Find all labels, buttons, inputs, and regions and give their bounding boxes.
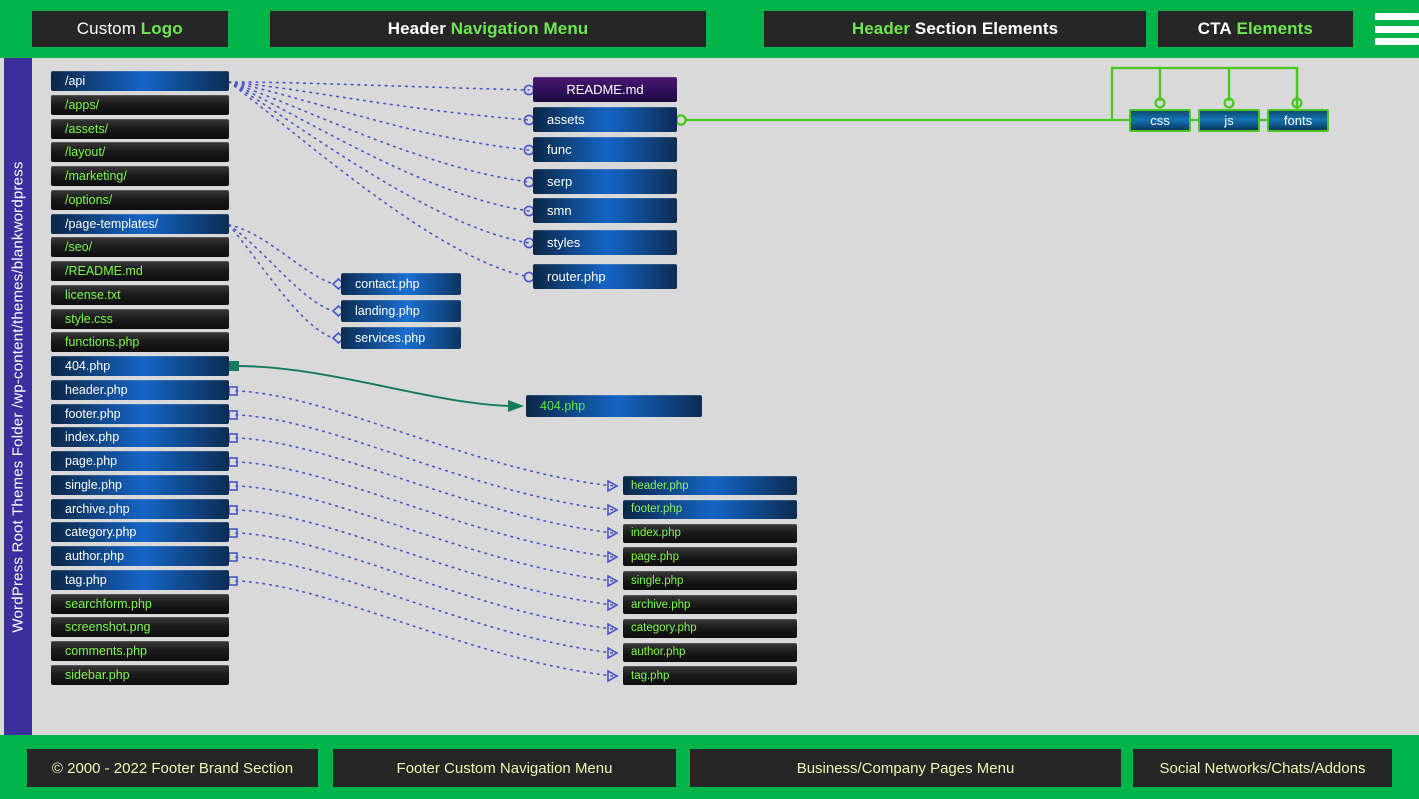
page-template-node[interactable]: landing.php	[341, 300, 461, 322]
file-list-item[interactable]: /assets/	[51, 118, 229, 139]
file-list-item[interactable]: author.php	[51, 546, 229, 566]
file-list-item[interactable]: /layout/	[51, 142, 229, 163]
api-child-node[interactable]: README.md	[533, 77, 677, 102]
nav-text-plain: Header	[387, 19, 446, 38]
template-file-node[interactable]: author.php	[623, 642, 797, 662]
file-list-item[interactable]: screenshot.png	[51, 617, 229, 638]
file-list-item[interactable]: page.php	[51, 451, 229, 471]
template-file-node[interactable]: page.php	[623, 547, 797, 567]
file-list-item[interactable]: /marketing/	[51, 166, 229, 186]
themes-folder-rail: WordPress Root Themes Folder /wp-content…	[4, 58, 32, 735]
file-list-item[interactable]: tag.php	[51, 569, 229, 590]
cta-text-accent: Elements	[1236, 19, 1313, 38]
triangle-markers	[607, 479, 619, 683]
asset-folder-css[interactable]: css	[1129, 109, 1191, 132]
api-child-node[interactable]: smn	[533, 198, 677, 223]
template-file-node[interactable]: archive.php	[623, 595, 797, 614]
site-header: Custom Logo Header Navigation Menu Heade…	[0, 0, 1419, 58]
error-page-connector	[229, 361, 524, 412]
file-list-item[interactable]: /README.md	[51, 261, 229, 281]
hamburger-line-3	[1375, 38, 1419, 45]
header-navigation-menu[interactable]: Header Navigation Menu	[269, 11, 707, 47]
file-list-item[interactable]: footer.php	[51, 403, 229, 424]
file-list-item[interactable]: sidebar.php	[51, 664, 229, 685]
file-list-item[interactable]: 404.php	[51, 356, 229, 376]
hamburger-line-1	[1375, 13, 1419, 20]
file-list-item[interactable]: /seo/	[51, 237, 229, 258]
file-list-item[interactable]: comments.php	[51, 641, 229, 661]
api-child-node[interactable]: assets	[533, 107, 677, 132]
template-file-node[interactable]: single.php	[623, 571, 797, 591]
app-canvas: Custom Logo Header Navigation Menu Heade…	[0, 0, 1419, 799]
file-list-item[interactable]: /api	[51, 71, 229, 91]
themes-folder-path-label: WordPress Root Themes Folder /wp-content…	[9, 160, 27, 633]
asset-folder-js[interactable]: js	[1198, 109, 1260, 132]
hamburger-icon[interactable]	[1375, 13, 1419, 45]
error-page-node[interactable]: 404.php	[526, 395, 702, 417]
hamburger-line-2	[1375, 25, 1419, 33]
footer-brand-section[interactable]: © 2000 - 2022 Footer Brand Section	[27, 749, 318, 787]
footer-navigation-menu[interactable]: Footer Custom Navigation Menu	[333, 749, 676, 787]
file-list-item[interactable]: searchform.php	[51, 593, 229, 614]
file-list-item[interactable]: /page-templates/	[51, 213, 229, 234]
file-list-item[interactable]: /options/	[51, 189, 229, 210]
section-text-plain: Section Elements	[914, 19, 1059, 38]
logo-text-plain: Custom	[76, 19, 136, 38]
file-list-item[interactable]: category.php	[51, 522, 229, 543]
cta-elements-button[interactable]: CTA Elements	[1157, 11, 1354, 47]
nav-text-accent: Navigation Menu	[450, 19, 589, 38]
footer-business-menu[interactable]: Business/Company Pages Menu	[690, 749, 1121, 787]
cta-text-plain: CTA	[1197, 19, 1232, 38]
template-file-node[interactable]: index.php	[623, 523, 797, 543]
file-list-item[interactable]: header.php	[51, 379, 229, 400]
file-list-item[interactable]: /apps/	[51, 94, 229, 115]
template-file-node[interactable]: header.php	[623, 476, 797, 495]
section-text-accent: Header	[851, 19, 911, 38]
footer-social-menu[interactable]: Social Networks/Chats/Addons	[1133, 749, 1392, 787]
file-list-item[interactable]: license.txt	[51, 284, 229, 305]
template-file-node[interactable]: footer.php	[623, 499, 797, 519]
api-child-node[interactable]: serp	[533, 169, 677, 194]
page-template-node[interactable]: services.php	[341, 327, 461, 349]
api-child-node[interactable]: styles	[533, 230, 677, 255]
template-file-node[interactable]: tag.php	[623, 666, 797, 686]
file-list-item[interactable]: index.php	[51, 427, 229, 448]
api-child-node[interactable]: router.php	[533, 264, 677, 289]
header-section-elements[interactable]: Header Section Elements	[764, 11, 1146, 47]
asset-folder-fonts[interactable]: fonts	[1267, 109, 1329, 132]
file-list-item[interactable]: single.php	[51, 474, 229, 495]
file-list-item[interactable]: style.css	[51, 308, 229, 329]
custom-logo-button[interactable]: Custom Logo	[32, 11, 228, 47]
square-markers	[228, 386, 238, 586]
page-template-node[interactable]: contact.php	[341, 273, 461, 295]
logo-text-accent: Logo	[140, 19, 183, 38]
api-child-node[interactable]: func	[533, 137, 677, 162]
file-list-item[interactable]: archive.php	[51, 498, 229, 519]
file-list-item[interactable]: functions.php	[51, 332, 229, 353]
template-file-node[interactable]: category.php	[623, 618, 797, 638]
